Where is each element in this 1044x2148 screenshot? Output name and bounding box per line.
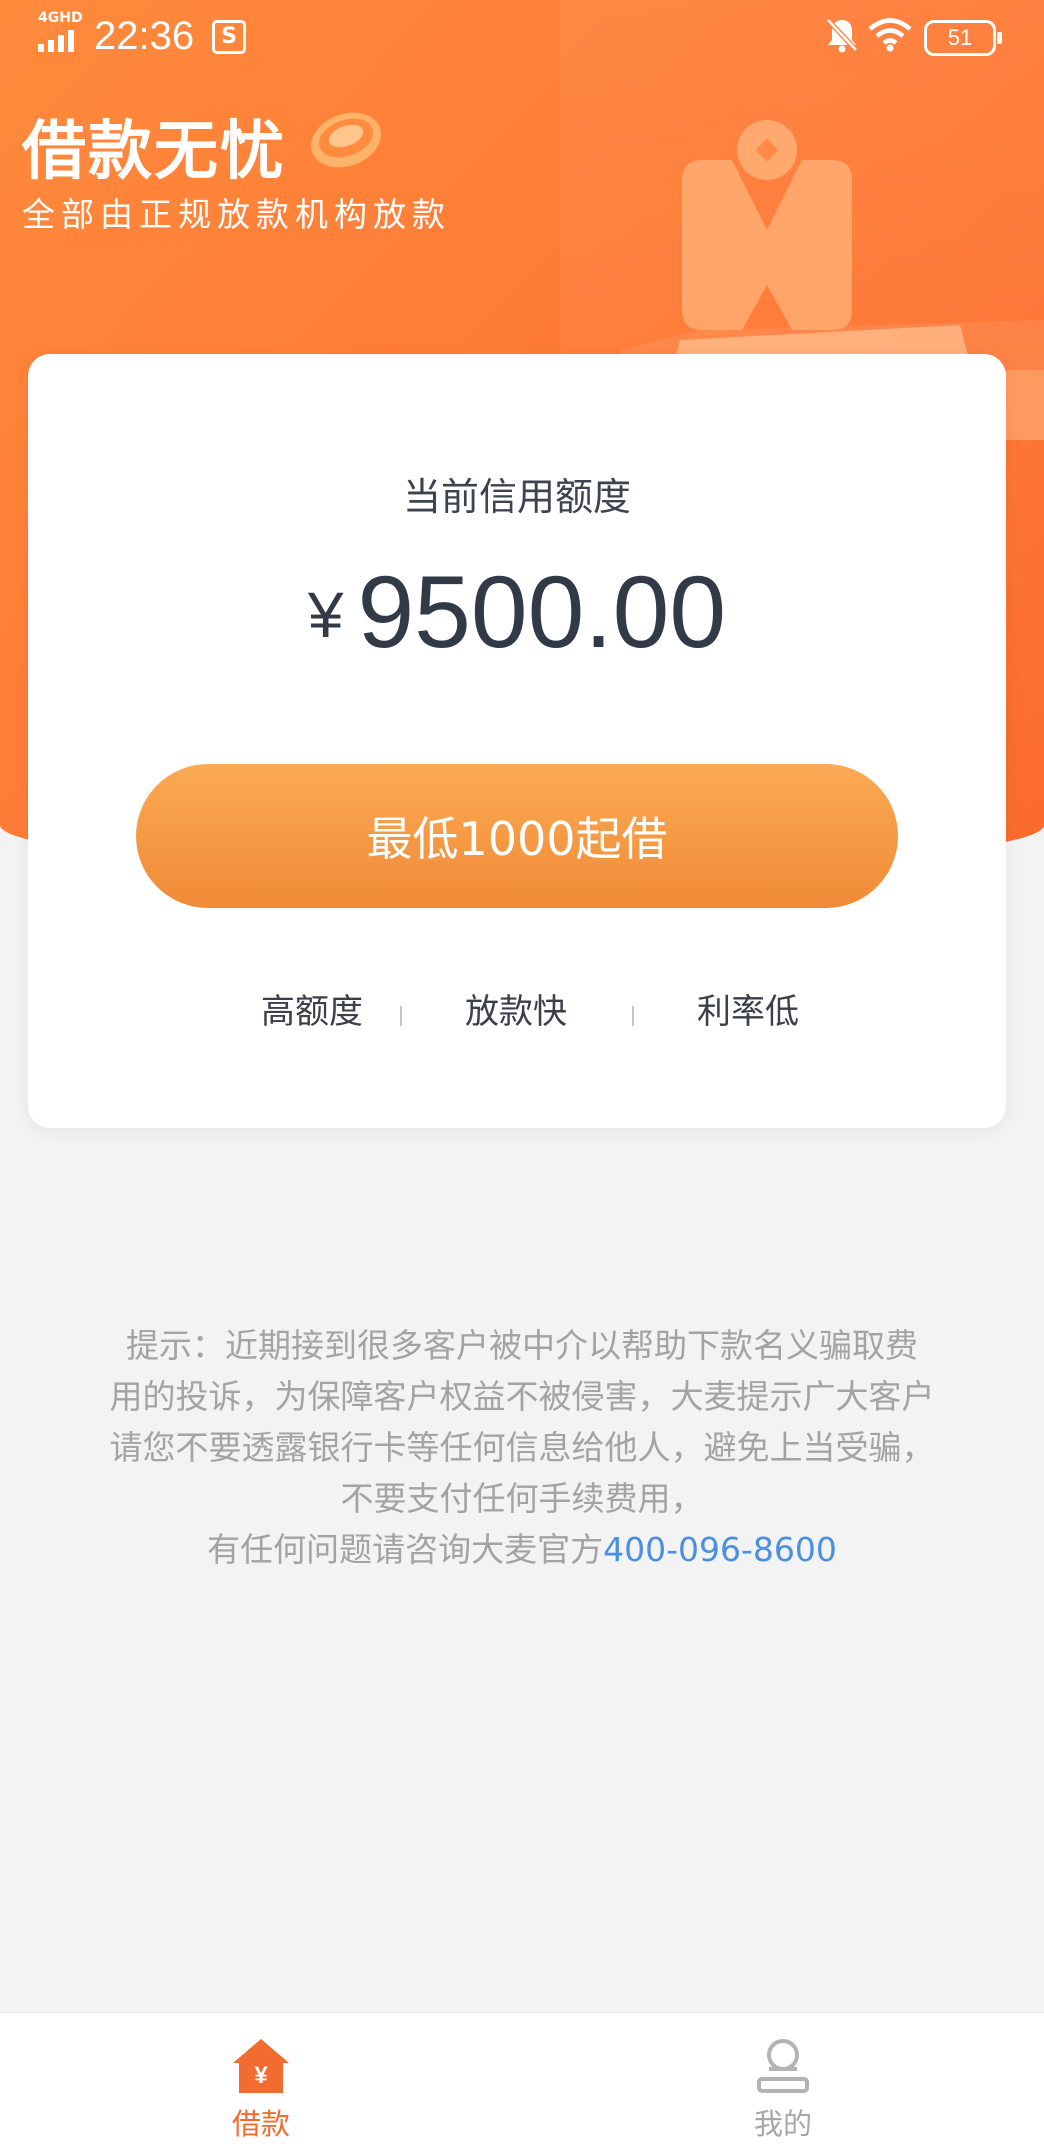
status-bar: 4GHD 22:36 S 51 bbox=[0, 0, 1044, 72]
borrow-button[interactable]: 最低1000起借 bbox=[136, 764, 898, 908]
notice-line: 请您不要透露银行卡等任何信息给他人，避免上当受骗， bbox=[109, 1428, 935, 1467]
notice-line: 有任何问题请咨询大麦官方400-096-8600 bbox=[80, 1524, 964, 1575]
s-app-icon: S bbox=[212, 20, 246, 54]
credit-amount: ¥9500.00 bbox=[28, 554, 1006, 671]
credit-limit-title: 当前信用额度 bbox=[402, 475, 631, 519]
hotline-phone-link[interactable]: 400-096-8600 bbox=[603, 1530, 837, 1569]
notice-contact-text: 有任何问题请咨询大麦官方 bbox=[207, 1530, 604, 1569]
app-subtitle: 全部由正规放款机构放款 bbox=[22, 195, 451, 234]
feature-divider bbox=[400, 1006, 402, 1026]
feature-divider bbox=[632, 1006, 634, 1026]
feature-high-limit: 高额度 bbox=[261, 992, 363, 1032]
tab-borrow[interactable]: ¥ 借款 bbox=[0, 2013, 522, 2148]
person-icon bbox=[757, 2039, 809, 2093]
app-title: 借款无忧 bbox=[22, 115, 286, 189]
feature-fast-loan: 放款快 bbox=[465, 992, 567, 1032]
notice-line: 用的投诉，为保障客户权益不被侵害，大麦提示广大客户 bbox=[109, 1377, 935, 1416]
credit-card: 当前信用额度 ¥9500.00 最低1000起借 高额度 放款快 利率低 bbox=[28, 354, 1006, 1128]
tab-mine[interactable]: 我的 bbox=[522, 2013, 1044, 2148]
tab-mine-label: 我的 bbox=[753, 2107, 812, 2141]
wifi-icon bbox=[868, 18, 912, 52]
bottom-tab-bar: ¥ 借款 我的 bbox=[0, 2012, 1044, 2148]
feature-low-rate: 利率低 bbox=[697, 992, 799, 1032]
notice-line: 不要支付任何手续费用， bbox=[340, 1479, 704, 1518]
clock: 22:36 bbox=[94, 14, 195, 58]
home-yen-icon: ¥ bbox=[233, 2039, 289, 2093]
battery-level: 51 bbox=[947, 25, 973, 50]
credit-amount-value: 9500.00 bbox=[357, 555, 727, 669]
signal-icon bbox=[38, 30, 74, 52]
bell-muted-icon bbox=[826, 18, 858, 53]
currency-symbol: ¥ bbox=[307, 579, 344, 651]
battery-icon: 51 bbox=[924, 20, 1002, 56]
tab-borrow-label: 借款 bbox=[231, 2107, 290, 2141]
coin-icon bbox=[311, 112, 381, 168]
fraud-warning-notice: 提示：近期接到很多客户被中介以帮助下款名义骗取费 用的投诉，为保障客户权益不被侵… bbox=[80, 1320, 964, 1575]
svg-text:¥: ¥ bbox=[254, 2062, 268, 2089]
notice-line: 提示：近期接到很多客户被中介以帮助下款名义骗取费 bbox=[126, 1326, 918, 1365]
feature-list: 高额度 放款快 利率低 bbox=[28, 984, 1006, 1034]
